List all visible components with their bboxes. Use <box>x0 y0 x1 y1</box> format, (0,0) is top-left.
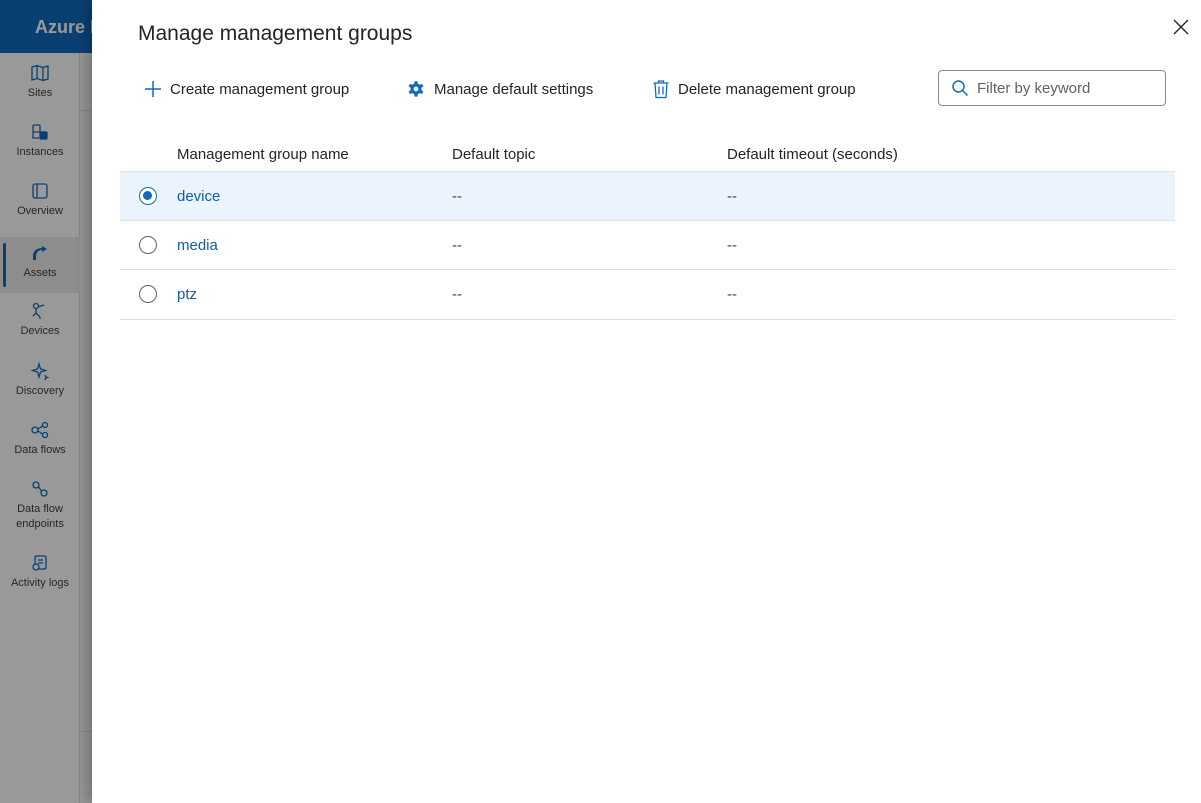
column-header-default-topic: Default topic <box>452 146 536 163</box>
table-row[interactable]: ptz -- -- <box>120 270 1175 320</box>
column-header-default-timeout: Default timeout (seconds) <box>727 146 898 163</box>
plus-icon <box>145 81 161 97</box>
filter-by-keyword-input[interactable] <box>977 79 1157 97</box>
management-groups-table: Management group name Default topic Defa… <box>120 134 1175 320</box>
delete-label: Delete management group <box>678 80 856 98</box>
manage-default-settings-button[interactable]: Manage default settings <box>406 76 593 102</box>
row-radio-button[interactable] <box>139 236 157 254</box>
delete-management-group-button[interactable]: Delete management group <box>652 76 856 102</box>
default-topic-cell: -- <box>452 286 462 303</box>
close-button[interactable] <box>1170 16 1192 38</box>
table-header: Management group name Default topic Defa… <box>120 134 1175 172</box>
default-topic-cell: -- <box>452 237 462 254</box>
table-row[interactable]: device -- -- <box>120 172 1175 221</box>
trash-icon <box>653 80 669 99</box>
manage-management-groups-panel: Manage management groups Create manageme… <box>92 0 1201 803</box>
group-name-link[interactable]: media <box>177 237 218 254</box>
table-row[interactable]: media -- -- <box>120 221 1175 270</box>
default-topic-cell: -- <box>452 188 462 205</box>
settings-label: Manage default settings <box>434 80 594 98</box>
column-header-name: Management group name <box>177 146 349 163</box>
row-radio-button[interactable] <box>139 285 157 303</box>
create-management-group-button[interactable]: Create management group <box>144 76 349 102</box>
gear-icon <box>408 81 424 97</box>
create-label: Create management group <box>170 80 350 98</box>
group-name-link[interactable]: ptz <box>177 286 197 303</box>
default-timeout-cell: -- <box>727 188 737 205</box>
panel-title: Manage management groups <box>138 22 413 45</box>
filter-search-box[interactable] <box>938 70 1166 106</box>
default-timeout-cell: -- <box>727 286 737 303</box>
default-timeout-cell: -- <box>727 237 737 254</box>
search-icon <box>952 80 969 97</box>
row-radio-button[interactable] <box>139 187 157 205</box>
group-name-link[interactable]: device <box>177 188 220 205</box>
close-icon <box>1173 19 1189 35</box>
